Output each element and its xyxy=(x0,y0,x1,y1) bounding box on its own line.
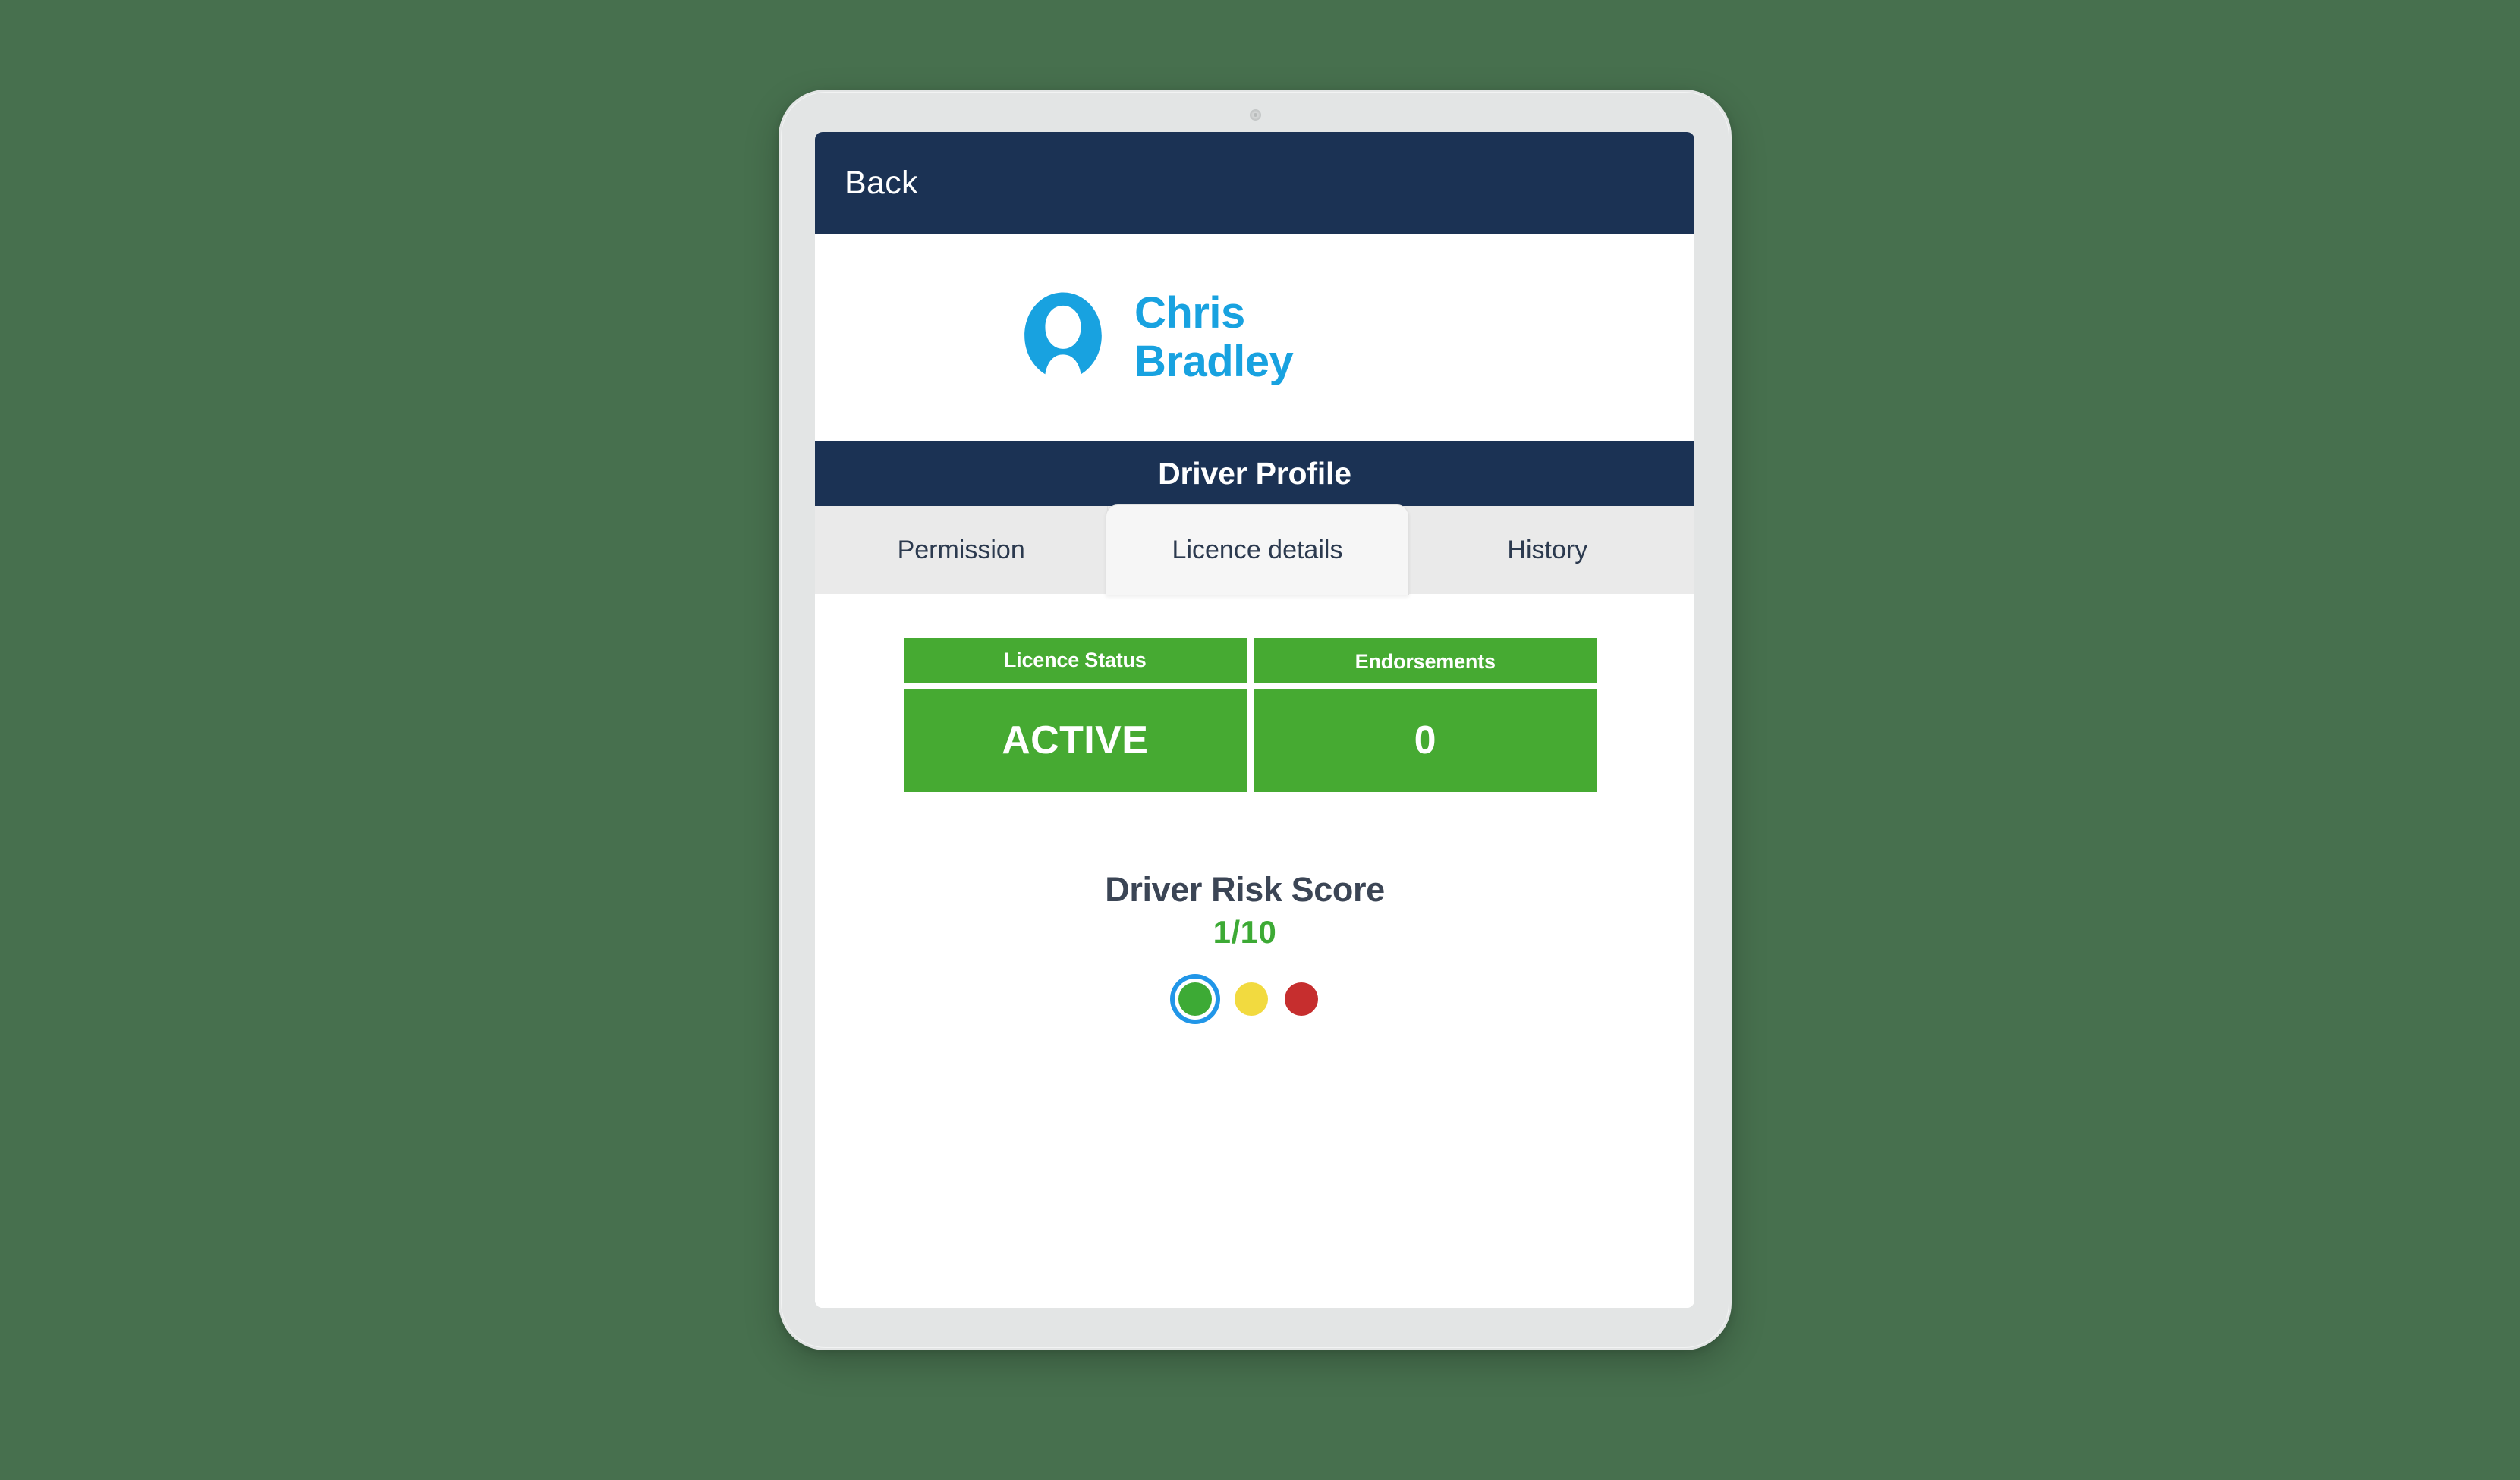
licence-details-panel: Licence Status Endorsements ACTIVE 0 Dri… xyxy=(815,594,1694,1308)
driver-risk-score-section: Driver Risk Score 1/10 xyxy=(815,870,1694,1016)
table-value-licence-status: ACTIVE xyxy=(904,689,1247,792)
risk-dot-yellow[interactable] xyxy=(1234,982,1268,1016)
driver-last-name: Bradley xyxy=(1134,336,1294,386)
section-title-bar: Driver Profile xyxy=(815,441,1694,506)
person-avatar-icon xyxy=(1016,291,1110,385)
licence-status-table: Licence Status Endorsements ACTIVE 0 xyxy=(904,638,1597,792)
tab-permission[interactable]: Permission xyxy=(815,506,1109,594)
driver-name: Chris Bradley xyxy=(1134,288,1294,386)
risk-dot-green[interactable] xyxy=(1178,982,1212,1016)
table-value-endorsements: 0 xyxy=(1254,689,1597,792)
driver-first-name: Chris xyxy=(1134,288,1245,338)
risk-dot-red[interactable] xyxy=(1284,982,1318,1016)
back-button[interactable]: Back xyxy=(845,166,918,200)
table-header-endorsements: Endorsements xyxy=(1254,638,1597,683)
tab-bar: Permission History Licence details xyxy=(815,504,1694,595)
driver-identity-header: Chris Bradley xyxy=(815,234,1694,441)
front-camera-icon xyxy=(1250,109,1261,121)
tablet-device: Back Chris Bradley Driver Profile Permis… xyxy=(779,90,1732,1350)
risk-score-title: Driver Risk Score xyxy=(1105,870,1385,909)
tab-history[interactable]: History xyxy=(1401,506,1694,594)
table-header-licence-status: Licence Status xyxy=(904,638,1247,683)
top-navigation-bar: Back xyxy=(815,132,1694,234)
risk-level-selector xyxy=(815,982,1675,1016)
risk-score-value: 1/10 xyxy=(1213,914,1277,950)
page-title: Driver Profile xyxy=(1158,455,1351,491)
tablet-screen: Back Chris Bradley Driver Profile Permis… xyxy=(815,132,1694,1308)
tab-licence-details[interactable]: Licence details xyxy=(1106,504,1409,595)
